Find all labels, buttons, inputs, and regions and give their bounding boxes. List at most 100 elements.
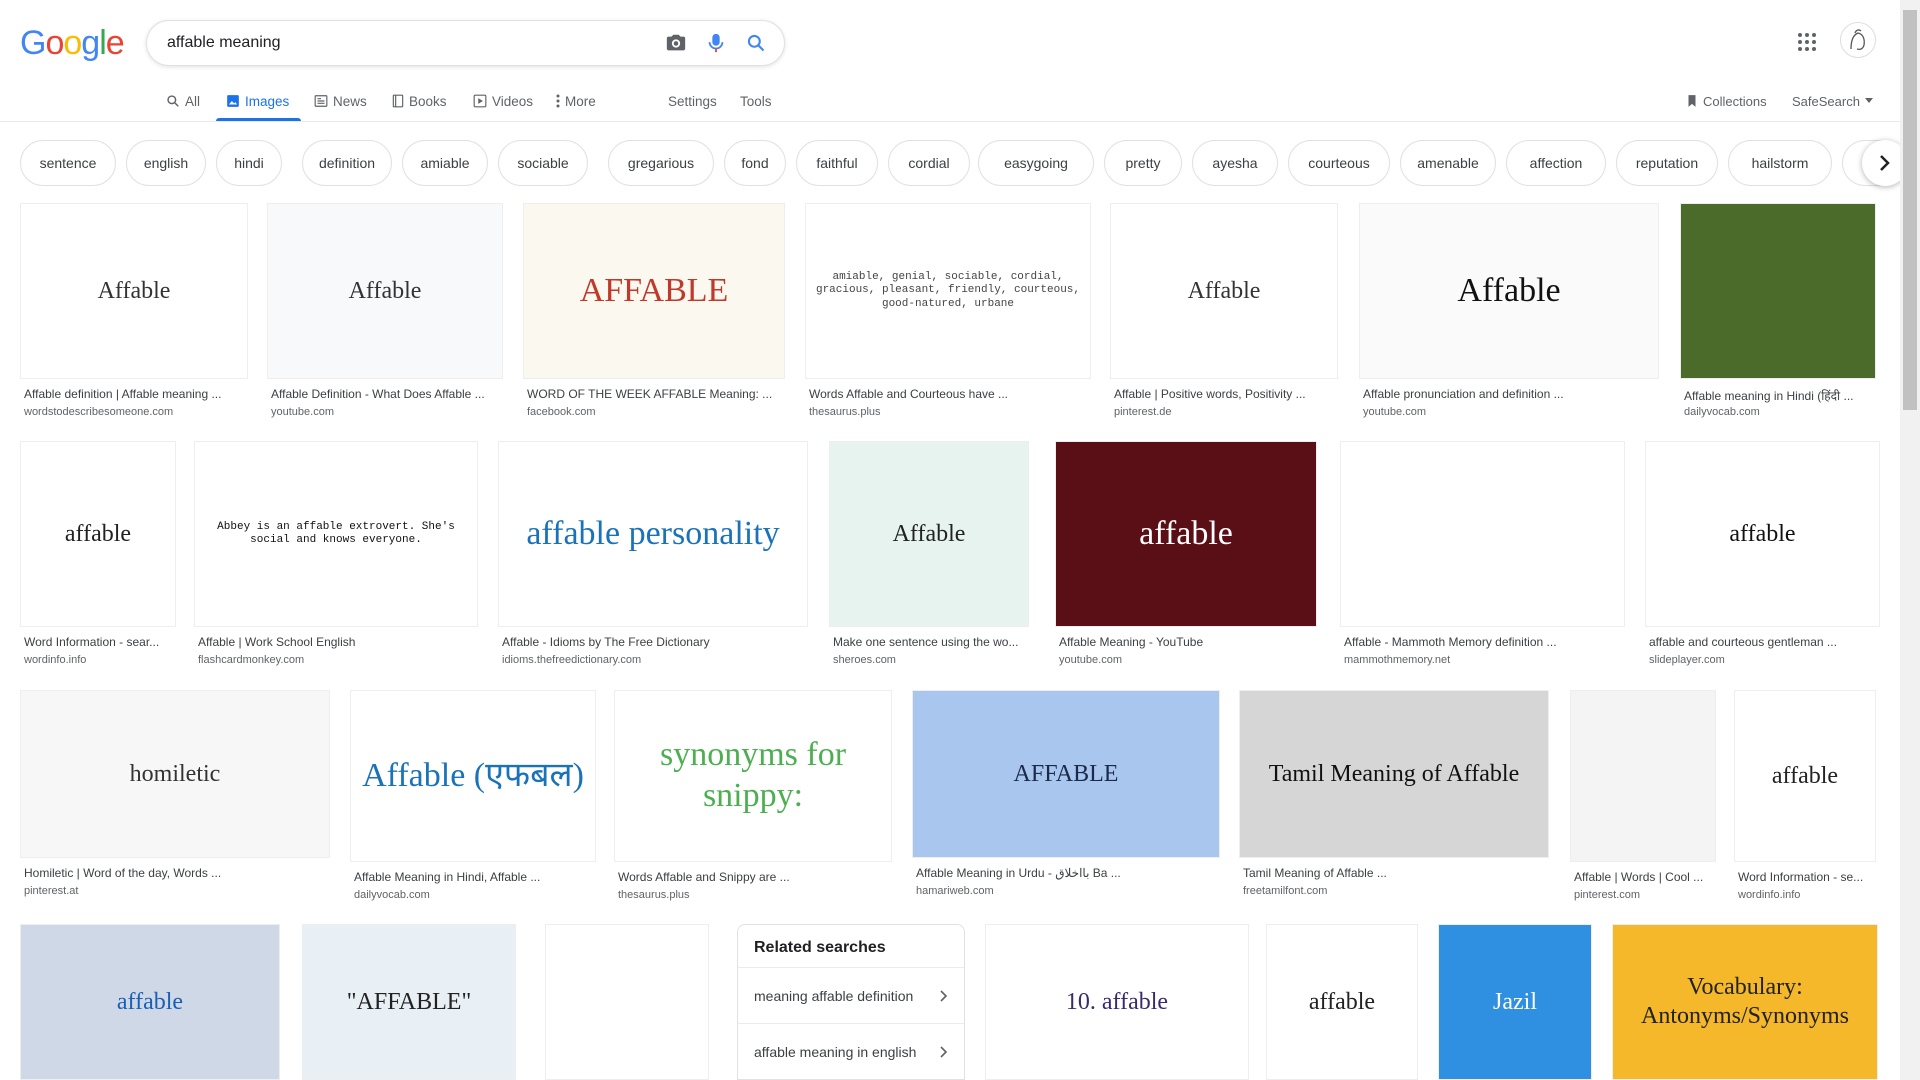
result-title[interactable]: Word Information - sear... xyxy=(24,635,176,649)
result-title[interactable]: WORD OF THE WEEK AFFABLE Meaning: ... xyxy=(527,387,785,401)
tab-news[interactable]: News xyxy=(314,90,367,112)
image-thumbnail[interactable]: Vocabulary: Antonyms/Synonyms xyxy=(1612,924,1878,1080)
image-thumbnail[interactable]: Affable xyxy=(829,441,1029,627)
result-title[interactable]: Affable | Words | Cool ... xyxy=(1574,870,1716,884)
related-search-item[interactable]: affable meaning in english xyxy=(738,1023,964,1079)
apps-grid-icon[interactable] xyxy=(1795,30,1819,54)
result-title[interactable]: Affable Definition - What Does Affable .… xyxy=(271,387,503,401)
tab-all[interactable]: All xyxy=(166,90,200,112)
image-thumbnail[interactable]: affable xyxy=(1645,441,1880,627)
image-thumbnail[interactable]: affable personality xyxy=(498,441,808,627)
image-thumbnail[interactable]: Affable (एफबल) xyxy=(350,690,596,862)
result-title[interactable]: Word Information - se... xyxy=(1738,870,1876,884)
image-thumbnail[interactable]: Tamil Meaning of Affable xyxy=(1239,690,1549,858)
result-source: facebook.com xyxy=(527,406,596,418)
result-title[interactable]: Affable | Work School English xyxy=(198,635,478,649)
active-tab-indicator xyxy=(216,118,301,121)
result-title[interactable]: Words Affable and Courteous have ... xyxy=(809,387,1091,401)
image-thumbnail[interactable] xyxy=(1570,690,1716,862)
tab-books[interactable]: Books xyxy=(392,90,447,112)
filter-chip[interactable]: easygoing xyxy=(978,140,1094,186)
result-source: wordinfo.info xyxy=(24,654,87,666)
search-input[interactable]: affable meaning xyxy=(167,34,656,52)
result-title[interactable]: Affable Meaning in Hindi, Affable ... xyxy=(354,870,596,884)
filter-chip[interactable]: amiable xyxy=(402,140,488,186)
result-title[interactable]: Affable | Positive words, Positivity ... xyxy=(1114,387,1338,401)
result-title[interactable]: Affable - Mammoth Memory definition ... xyxy=(1344,635,1625,649)
safesearch-menu[interactable]: SafeSearch xyxy=(1792,90,1873,112)
image-thumbnail[interactable]: AFFABLE xyxy=(523,203,785,379)
thumbnail-text: 10. affable xyxy=(1065,988,1169,1015)
image-thumbnail[interactable]: Affable xyxy=(1359,203,1659,379)
result-title[interactable]: Homiletic | Word of the day, Words ... xyxy=(24,866,330,880)
thumbnail-text: affable xyxy=(1729,520,1796,547)
collections-link[interactable]: Collections xyxy=(1686,90,1767,112)
image-thumbnail[interactable]: Affable xyxy=(267,203,503,379)
image-thumbnail[interactable] xyxy=(1340,441,1625,627)
result-title[interactable]: Affable Meaning in Urdu - بااخلاق Ba ... xyxy=(916,866,1220,880)
filter-chip[interactable]: hailstorm xyxy=(1728,140,1832,186)
scrollbar-thumb[interactable] xyxy=(1903,10,1917,410)
image-thumbnail[interactable]: synonyms for snippy: xyxy=(614,690,892,862)
image-thumbnail[interactable]: Affable xyxy=(20,203,248,379)
result-title[interactable]: Affable Meaning - YouTube xyxy=(1059,635,1317,649)
image-thumbnail[interactable]: Jazil xyxy=(1438,924,1592,1080)
result-title[interactable]: Affable definition | Affable meaning ... xyxy=(24,387,248,401)
image-thumbnail[interactable] xyxy=(1680,203,1876,379)
image-thumbnail[interactable]: AFFABLE xyxy=(912,690,1220,858)
tab-videos[interactable]: Videos xyxy=(473,90,533,112)
filter-chip[interactable]: faithful xyxy=(796,140,878,186)
camera-icon[interactable] xyxy=(656,23,696,63)
filter-chip[interactable]: courteous xyxy=(1288,140,1390,186)
filter-chip[interactable]: affection xyxy=(1506,140,1606,186)
result-title[interactable]: Affable pronunciation and definition ... xyxy=(1363,387,1659,401)
google-logo[interactable]: Google xyxy=(20,24,125,63)
thumbnail-text: affable xyxy=(1139,514,1233,552)
search-icon[interactable] xyxy=(736,23,776,63)
image-thumbnail[interactable]: affable xyxy=(1734,690,1876,862)
filter-chip[interactable]: definition xyxy=(302,140,392,186)
thumbnail-text: Affable xyxy=(892,520,966,547)
image-thumbnail[interactable]: "AFFABLE" xyxy=(302,924,516,1080)
image-thumbnail[interactable]: amiable, genial, sociable, cordial, grac… xyxy=(805,203,1091,379)
image-thumbnail[interactable]: homiletic xyxy=(20,690,330,858)
filter-chip[interactable]: hindi xyxy=(216,140,282,186)
more-vert-icon xyxy=(556,94,560,108)
settings-link[interactable]: Settings xyxy=(668,90,717,112)
image-thumbnail[interactable]: affable xyxy=(20,441,176,627)
result-title[interactable]: Affable - Idioms by The Free Dictionary xyxy=(502,635,808,649)
result-title[interactable]: affable and courteous gentleman ... xyxy=(1649,635,1880,649)
image-thumbnail[interactable]: Affable xyxy=(1110,203,1338,379)
related-search-item[interactable]: meaning affable definition xyxy=(738,967,964,1023)
account-avatar[interactable] xyxy=(1840,22,1876,58)
image-thumbnail[interactable]: Abbey is an affable extrovert. She's soc… xyxy=(194,441,478,627)
result-title[interactable]: Words Affable and Snippy are ... xyxy=(618,870,892,884)
filter-chip[interactable]: gregarious xyxy=(608,140,714,186)
filter-chip[interactable]: ayesha xyxy=(1192,140,1278,186)
filter-chip[interactable]: amenable xyxy=(1400,140,1496,186)
image-thumbnail[interactable] xyxy=(545,924,709,1080)
filter-chip[interactable]: fond xyxy=(724,140,786,186)
filter-chip[interactable]: english xyxy=(126,140,206,186)
microphone-icon[interactable] xyxy=(696,23,736,63)
tools-link[interactable]: Tools xyxy=(740,90,772,112)
image-thumbnail[interactable]: affable xyxy=(1055,441,1317,627)
related-searches-panel: Related searches meaning affable definit… xyxy=(737,924,965,1080)
filter-chip[interactable]: pretty xyxy=(1104,140,1182,186)
search-box[interactable]: affable meaning xyxy=(146,20,785,66)
thumbnail-text: Affable xyxy=(97,277,171,304)
filter-chip[interactable]: cordial xyxy=(888,140,970,186)
image-thumbnail[interactable]: 10. affable xyxy=(985,924,1249,1080)
result-title[interactable]: Affable meaning in Hindi (हिंदी ... xyxy=(1684,387,1876,404)
filter-chip[interactable]: sociable xyxy=(498,140,588,186)
tab-images[interactable]: Images xyxy=(226,90,289,112)
result-title[interactable]: Tamil Meaning of Affable ... xyxy=(1243,866,1549,880)
result-title[interactable]: Make one sentence using the wo... xyxy=(833,635,1029,649)
thumbnail-text: Jazil xyxy=(1493,988,1537,1015)
thumbnail-text: Affable xyxy=(1187,277,1261,304)
tab-more[interactable]: More xyxy=(556,90,596,112)
filter-chip[interactable]: reputation xyxy=(1616,140,1718,186)
filter-chip[interactable]: sentence xyxy=(20,140,116,186)
image-thumbnail[interactable]: affable xyxy=(1266,924,1418,1080)
image-thumbnail[interactable]: affable xyxy=(20,924,280,1080)
